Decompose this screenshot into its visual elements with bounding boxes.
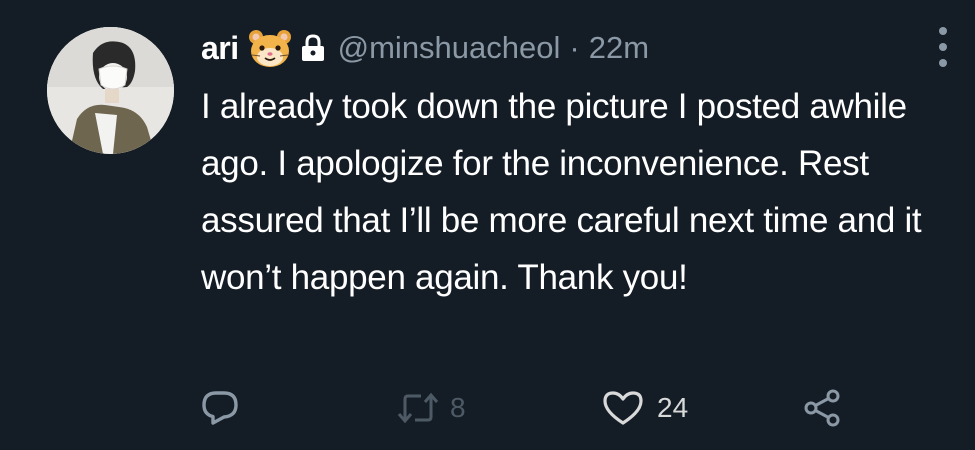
reply-button[interactable] <box>200 385 250 431</box>
display-name[interactable]: ari <box>201 30 239 67</box>
avatar-image <box>47 27 174 154</box>
share-icon <box>804 389 840 427</box>
retweet-count: 8 <box>450 392 466 423</box>
reply-icon <box>202 391 238 425</box>
avatar[interactable] <box>47 27 174 154</box>
tweet-actions: 8 24 <box>200 385 860 431</box>
more-vertical-icon[interactable] <box>936 24 950 70</box>
retweet-icon <box>397 392 439 424</box>
separator-dot: · <box>569 30 580 65</box>
user-handle[interactable]: @minshuacheol <box>338 30 561 66</box>
retweet-button[interactable]: 8 <box>396 385 466 431</box>
tweet-timestamp[interactable]: 22m <box>589 30 649 66</box>
tweet-text: I already took down the picture I posted… <box>201 87 922 297</box>
lock-icon <box>300 33 326 63</box>
like-button[interactable]: 24 <box>603 385 688 431</box>
tweet-header: ari @minshuacheol · 22m <box>201 26 649 70</box>
heart-icon <box>603 391 643 425</box>
hamster-face-icon <box>248 28 292 68</box>
tweet-card[interactable]: ari @minshuacheol · 22m I already took d… <box>0 0 975 450</box>
share-button[interactable] <box>802 385 842 431</box>
like-count: 24 <box>657 392 689 423</box>
